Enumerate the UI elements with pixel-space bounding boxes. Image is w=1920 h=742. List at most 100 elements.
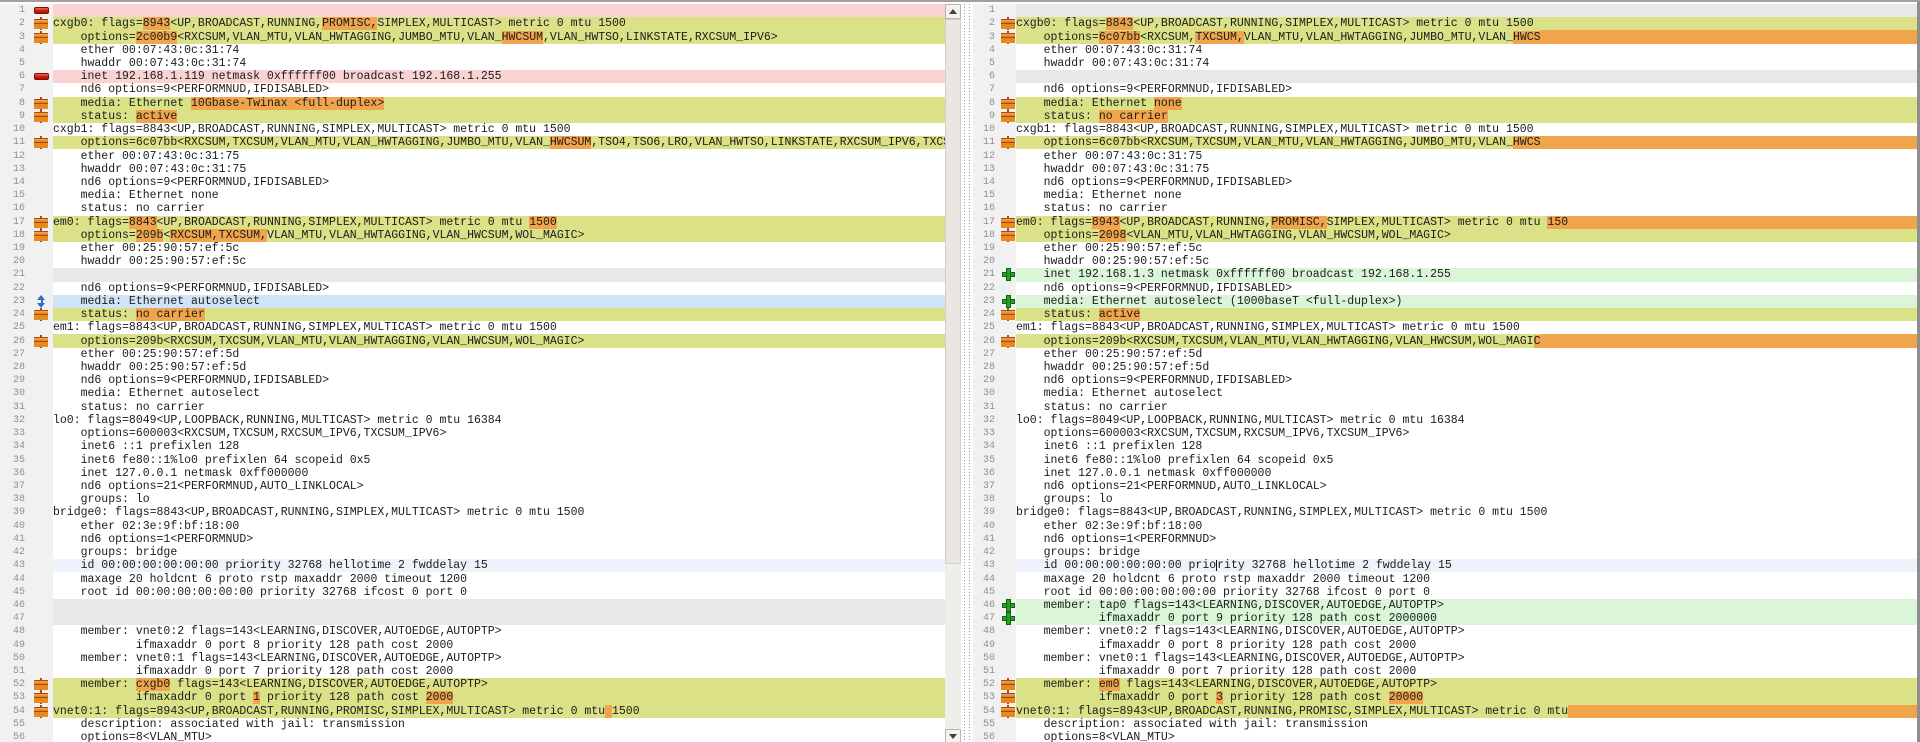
diff-line[interactable]: 9 status: no carrier bbox=[973, 110, 1917, 123]
diff-line[interactable]: 16 status: no carrier bbox=[973, 202, 1917, 215]
diff-line[interactable]: 29 nd6 options=9<PERFORMNUD,IFDISABLED> bbox=[973, 374, 1917, 387]
diff-line[interactable]: 34 inet6 ::1 prefixlen 128 bbox=[973, 440, 1917, 453]
diff-line[interactable]: 2cxgb0: flags=8943<UP,BROADCAST,RUNNING,… bbox=[0, 17, 945, 30]
scroll-down-button[interactable] bbox=[945, 729, 961, 742]
diff-line[interactable]: 50 member: vnet0:1 flags=143<LEARNING,DI… bbox=[973, 652, 1917, 665]
diff-line[interactable]: 7 nd6 options=9<PERFORMNUD,IFDISABLED> bbox=[973, 83, 1917, 96]
diff-line[interactable]: 12 ether 00:07:43:0c:31:75 bbox=[973, 149, 1917, 162]
diff-line[interactable]: 34 inet6 ::1 prefixlen 128 bbox=[0, 440, 945, 453]
diff-line[interactable]: 16 status: no carrier bbox=[0, 202, 945, 215]
diff-line[interactable]: 23 media: Ethernet autoselect bbox=[0, 295, 945, 308]
diff-line[interactable]: 10cxgb1: flags=8843<UP,BROADCAST,RUNNING… bbox=[973, 123, 1917, 136]
diff-line[interactable]: 40 ether 02:3e:9f:bf:18:00 bbox=[0, 520, 945, 533]
diff-line[interactable]: 14 nd6 options=9<PERFORMNUD,IFDISABLED> bbox=[973, 176, 1917, 189]
diff-line[interactable]: 35 inet6 fe80::1%lo0 prefixlen 64 scopei… bbox=[0, 453, 945, 466]
diff-line[interactable]: 19 ether 00:25:90:57:ef:5c bbox=[0, 242, 945, 255]
diff-line[interactable]: 6 inet 192.168.1.119 netmask 0xffffff00 … bbox=[0, 70, 945, 83]
left-pane-vertical-scrollbar[interactable] bbox=[945, 4, 961, 742]
scrollbar-thumb[interactable] bbox=[945, 19, 961, 564]
diff-line[interactable]: 28 hwaddr 00:25:90:57:ef:5d bbox=[0, 361, 945, 374]
diff-line[interactable]: 42 groups: bridge bbox=[973, 546, 1917, 559]
diff-line[interactable]: 56 options=8<VLAN_MTU> bbox=[973, 731, 1917, 742]
diff-line[interactable]: 41 nd6 options=1<PERFORMNUD> bbox=[973, 533, 1917, 546]
diff-line[interactable]: 31 status: no carrier bbox=[973, 401, 1917, 414]
diff-line[interactable]: 22 nd6 options=9<PERFORMNUD,IFDISABLED> bbox=[973, 282, 1917, 295]
diff-line[interactable]: 55 description: associated with jail: tr… bbox=[0, 718, 945, 731]
diff-line[interactable]: 15 media: Ethernet none bbox=[973, 189, 1917, 202]
diff-line[interactable]: 39bridge0: flags=8843<UP,BROADCAST,RUNNI… bbox=[973, 506, 1917, 519]
diff-line[interactable]: 37 nd6 options=21<PERFORMNUD,AUTO_LINKLO… bbox=[0, 480, 945, 493]
diff-line[interactable]: 55 description: associated with jail: tr… bbox=[973, 718, 1917, 731]
diff-line[interactable]: 56 options=8<VLAN_MTU> bbox=[0, 731, 945, 742]
diff-line[interactable]: 30 media: Ethernet autoselect bbox=[0, 387, 945, 400]
diff-line[interactable]: 32lo0: flags=8049<UP,LOOPBACK,RUNNING,MU… bbox=[0, 414, 945, 427]
diff-line[interactable]: 19 ether 00:25:90:57:ef:5c bbox=[973, 242, 1917, 255]
diff-line[interactable]: 48 member: vnet0:2 flags=143<LEARNING,DI… bbox=[973, 625, 1917, 638]
diff-line[interactable]: 40 ether 02:3e:9f:bf:18:00 bbox=[973, 520, 1917, 533]
diff-line[interactable]: 47 bbox=[0, 612, 945, 625]
diff-line[interactable]: 54vnet0:1: flags=8943<UP,BROADCAST,RUNNI… bbox=[0, 705, 945, 718]
diff-line[interactable]: 5 hwaddr 00:07:43:0c:31:74 bbox=[0, 57, 945, 70]
diff-line[interactable]: 26 options=209b<RXCSUM,TXCSUM,VLAN_MTU,V… bbox=[973, 334, 1917, 347]
diff-line[interactable]: 53 ifmaxaddr 0 port 3 priority 128 path … bbox=[973, 691, 1917, 704]
diff-line[interactable]: 27 ether 00:25:90:57:ef:5d bbox=[973, 348, 1917, 361]
diff-line[interactable]: 35 inet6 fe80::1%lo0 prefixlen 64 scopei… bbox=[973, 453, 1917, 466]
diff-line[interactable]: 33 options=600003<RXCSUM,TXCSUM,RXCSUM_I… bbox=[973, 427, 1917, 440]
diff-line[interactable]: 26 options=209b<RXCSUM,TXCSUM,VLAN_MTU,V… bbox=[0, 334, 945, 347]
diff-line[interactable]: 46 bbox=[0, 599, 945, 612]
diff-line[interactable]: 24 status: active bbox=[973, 308, 1917, 321]
diff-line[interactable]: 14 nd6 options=9<PERFORMNUD,IFDISABLED> bbox=[0, 176, 945, 189]
diff-line[interactable]: 42 groups: bridge bbox=[0, 546, 945, 559]
diff-line[interactable]: 45 root id 00:00:00:00:00:00 priority 32… bbox=[973, 586, 1917, 599]
diff-line[interactable]: 38 groups: lo bbox=[973, 493, 1917, 506]
diff-line[interactable]: 15 media: Ethernet none bbox=[0, 189, 945, 202]
diff-line[interactable]: 27 ether 00:25:90:57:ef:5d bbox=[0, 348, 945, 361]
diff-line[interactable]: 53 ifmaxaddr 0 port 1 priority 128 path … bbox=[0, 691, 945, 704]
diff-line[interactable]: 44 maxage 20 holdcnt 6 proto rstp maxadd… bbox=[0, 572, 945, 585]
diff-line[interactable]: 25em1: flags=8843<UP,BROADCAST,RUNNING,S… bbox=[0, 321, 945, 334]
diff-line[interactable]: 23 media: Ethernet autoselect (1000baseT… bbox=[973, 295, 1917, 308]
diff-line[interactable]: 25em1: flags=8843<UP,BROADCAST,RUNNING,S… bbox=[973, 321, 1917, 334]
scroll-up-button[interactable] bbox=[945, 4, 961, 19]
diff-line[interactable]: 36 inet 127.0.0.1 netmask 0xff000000 bbox=[0, 467, 945, 480]
diff-line[interactable]: 9 status: active bbox=[0, 110, 945, 123]
diff-line[interactable]: 3 options=6c07bb<RXCSUM,TXCSUM,VLAN_MTU,… bbox=[973, 30, 1917, 43]
diff-line[interactable]: 36 inet 127.0.0.1 netmask 0xff000000 bbox=[973, 467, 1917, 480]
diff-line[interactable]: 52 member: cxgb0 flags=143<LEARNING,DISC… bbox=[0, 678, 945, 691]
diff-line[interactable]: 22 nd6 options=9<PERFORMNUD,IFDISABLED> bbox=[0, 282, 945, 295]
diff-line[interactable]: 24 status: no carrier bbox=[0, 308, 945, 321]
diff-line[interactable]: 48 member: vnet0:2 flags=143<LEARNING,DI… bbox=[0, 625, 945, 638]
diff-line[interactable]: 18 options=209b<RXCSUM,TXCSUM,VLAN_MTU,V… bbox=[0, 229, 945, 242]
diff-line[interactable]: 4 ether 00:07:43:0c:31:74 bbox=[0, 44, 945, 57]
diff-line[interactable]: 6 bbox=[973, 70, 1917, 83]
diff-line[interactable]: 13 hwaddr 00:07:43:0c:31:75 bbox=[973, 163, 1917, 176]
diff-line[interactable]: 39bridge0: flags=8843<UP,BROADCAST,RUNNI… bbox=[0, 506, 945, 519]
diff-line[interactable]: 21 bbox=[0, 268, 945, 281]
diff-line[interactable]: 51 ifmaxaddr 0 port 7 priority 128 path … bbox=[973, 665, 1917, 678]
diff-line[interactable]: 49 ifmaxaddr 0 port 8 priority 128 path … bbox=[973, 639, 1917, 652]
diff-line[interactable]: 38 groups: lo bbox=[0, 493, 945, 506]
diff-line[interactable]: 3 options=2c00b9<RXCSUM,VLAN_MTU,VLAN_HW… bbox=[0, 30, 945, 43]
diff-line[interactable]: 29 nd6 options=9<PERFORMNUD,IFDISABLED> bbox=[0, 374, 945, 387]
diff-line[interactable]: 11 options=6c07bb<RXCSUM,TXCSUM,VLAN_MTU… bbox=[973, 136, 1917, 149]
diff-line[interactable]: 49 ifmaxaddr 0 port 8 priority 128 path … bbox=[0, 639, 945, 652]
diff-line[interactable]: 17em0: flags=8943<UP,BROADCAST,RUNNING,P… bbox=[973, 216, 1917, 229]
diff-line[interactable]: 20 hwaddr 00:25:90:57:ef:5c bbox=[0, 255, 945, 268]
diff-line[interactable]: 41 nd6 options=1<PERFORMNUD> bbox=[0, 533, 945, 546]
diff-line[interactable]: 43 id 00:00:00:00:00:00 priority 32768 h… bbox=[0, 559, 945, 572]
diff-line[interactable]: 11 options=6c07bb<RXCSUM,TXCSUM,VLAN_MTU… bbox=[0, 136, 945, 149]
diff-line[interactable]: 18 options=2098<VLAN_MTU,VLAN_HWTAGGING,… bbox=[973, 229, 1917, 242]
diff-line[interactable]: 52 member: em0 flags=143<LEARNING,DISCOV… bbox=[973, 678, 1917, 691]
diff-line[interactable]: 17em0: flags=8843<UP,BROADCAST,RUNNING,S… bbox=[0, 216, 945, 229]
diff-line[interactable]: 30 media: Ethernet autoselect bbox=[973, 387, 1917, 400]
diff-line[interactable]: 45 root id 00:00:00:00:00:00 priority 32… bbox=[0, 586, 945, 599]
diff-line[interactable]: 44 maxage 20 holdcnt 6 proto rstp maxadd… bbox=[973, 572, 1917, 585]
left-pane[interactable]: 12cxgb0: flags=8943<UP,BROADCAST,RUNNING… bbox=[0, 4, 945, 742]
diff-line[interactable]: 12 ether 00:07:43:0c:31:75 bbox=[0, 149, 945, 162]
diff-line[interactable]: 20 hwaddr 00:25:90:57:ef:5c bbox=[973, 255, 1917, 268]
diff-line[interactable]: 21 inet 192.168.1.3 netmask 0xffffff00 b… bbox=[973, 268, 1917, 281]
right-pane[interactable]: 12cxgb0: flags=8843<UP,BROADCAST,RUNNING… bbox=[973, 4, 1917, 742]
diff-line[interactable]: 1 bbox=[0, 4, 945, 17]
diff-line[interactable]: 8 media: Ethernet none bbox=[973, 97, 1917, 110]
diff-line[interactable]: 50 member: vnet0:1 flags=143<LEARNING,DI… bbox=[0, 652, 945, 665]
